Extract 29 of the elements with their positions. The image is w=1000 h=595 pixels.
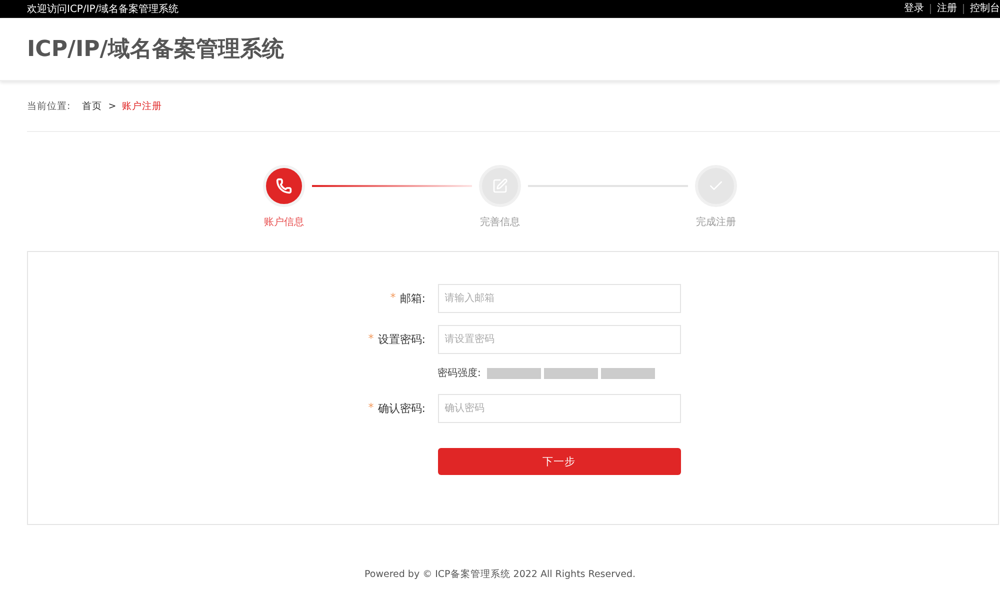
required-mark: * xyxy=(390,291,396,306)
next-button[interactable]: 下一步 xyxy=(438,448,680,475)
required-mark: * xyxy=(368,401,374,416)
breadcrumb-link[interactable]: 账户注册 xyxy=(122,100,162,112)
strength-label: 密码强度: xyxy=(438,366,481,380)
site-title: ICP/IP/域名备案管理系统 xyxy=(27,36,284,64)
field-label: 邮箱: xyxy=(400,291,426,306)
step-label: 账户信息 xyxy=(264,216,304,229)
breadcrumb-label: 当前位置: xyxy=(27,100,70,112)
strength-segment xyxy=(600,368,655,378)
field-label: 确认密码: xyxy=(378,401,426,416)
welcome-text: 欢迎访问ICP/IP/域名备案管理系统 xyxy=(27,2,179,16)
input-field[interactable]: 请设置密码 xyxy=(438,325,680,354)
step-label: 完成注册 xyxy=(696,216,736,229)
top-link[interactable]: 注册 xyxy=(930,4,963,14)
footer-text: Powered by © ICP备案管理系统 2022 All Rights Reserved. xyxy=(364,568,636,581)
top-link[interactable]: 登录 xyxy=(898,4,930,14)
field-label: 设置密码: xyxy=(378,332,426,347)
input-field[interactable]: 确认密码 xyxy=(438,394,680,423)
strength-segment xyxy=(544,368,598,378)
step-label: 完善信息 xyxy=(480,216,520,229)
breadcrumb-link[interactable]: 首页 xyxy=(82,100,102,112)
breadcrumb-separator: > xyxy=(108,100,116,112)
top-link[interactable]: 控制台 xyxy=(963,4,1000,14)
strength-segment xyxy=(486,368,541,378)
required-mark: * xyxy=(368,332,374,347)
phone-icon xyxy=(276,178,292,194)
input-field[interactable]: 请输入邮箱 xyxy=(438,284,680,313)
edit-icon xyxy=(492,178,508,194)
